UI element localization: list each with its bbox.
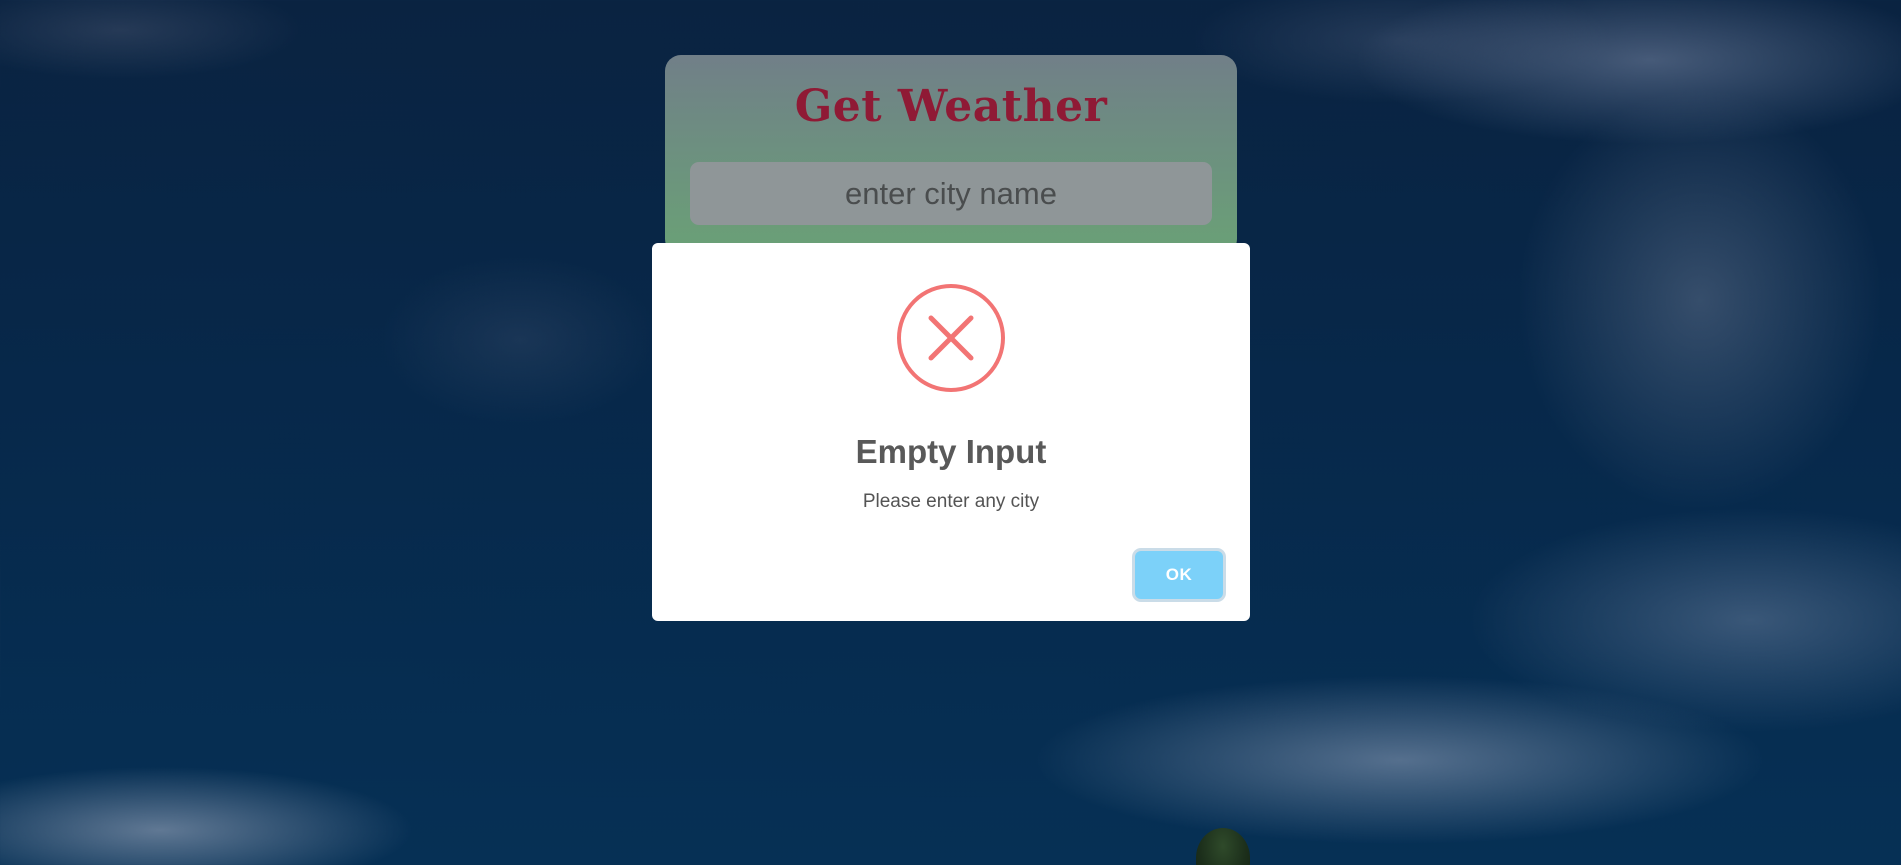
dialog-title: Empty Input xyxy=(855,433,1047,470)
error-x-icon xyxy=(897,284,1005,392)
city-input[interactable] xyxy=(690,162,1212,225)
error-dialog: Empty Input Please enter any city OK xyxy=(652,243,1250,621)
app-title: Get Weather xyxy=(794,81,1108,132)
tree-silhouette xyxy=(1196,828,1250,865)
weather-card: Get Weather xyxy=(665,55,1237,255)
dialog-message: Please enter any city xyxy=(862,491,1040,512)
ok-button[interactable]: OK xyxy=(1135,551,1223,599)
